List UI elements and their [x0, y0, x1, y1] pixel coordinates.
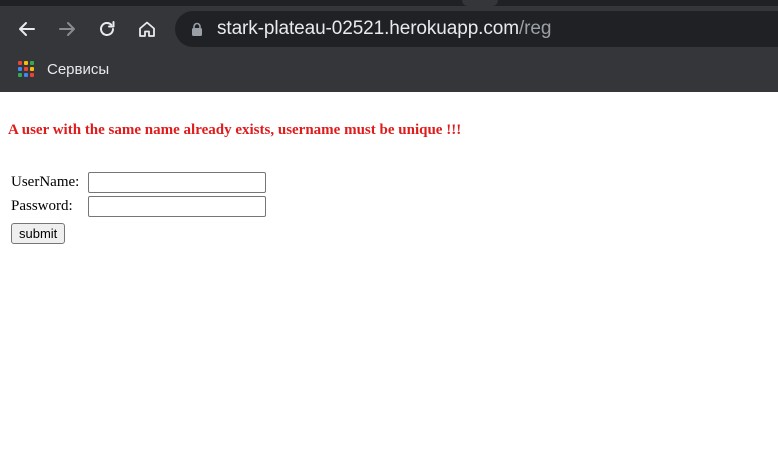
- submit-button[interactable]: submit: [11, 223, 66, 244]
- address-bar[interactable]: stark-plateau-02521.herokuapp.com/reg: [175, 11, 778, 47]
- back-button[interactable]: [12, 14, 42, 44]
- browser-toolbar: stark-plateau-02521.herokuapp.com/reg: [0, 10, 778, 50]
- url-path: /reg: [518, 18, 552, 39]
- error-message: A user with the same name already exists…: [8, 122, 462, 138]
- browser-chrome: stark-plateau-02521.herokuapp.com/reg Се…: [0, 0, 778, 92]
- bookmark-label: Сервисы: [47, 60, 110, 78]
- reload-button[interactable]: [92, 14, 122, 44]
- url-host: stark-plateau-02521.herokuapp.com: [217, 18, 519, 39]
- arrow-right-icon: [59, 22, 75, 36]
- home-button[interactable]: [132, 14, 162, 44]
- url-text[interactable]: stark-plateau-02521.herokuapp.com/reg: [217, 18, 551, 40]
- active-tab-edge: [462, 0, 498, 6]
- reload-icon: [100, 21, 115, 36]
- password-label: Password:: [11, 198, 73, 214]
- apps-grid-icon: [18, 61, 34, 77]
- username-label: UserName:: [11, 174, 80, 190]
- username-input[interactable]: [88, 172, 266, 193]
- bookmarks-bar: Сервисы: [0, 54, 778, 84]
- arrow-left-icon: [19, 22, 35, 36]
- forward-button[interactable]: [52, 14, 82, 44]
- home-icon: [139, 21, 155, 37]
- bookmark-services[interactable]: Сервисы: [18, 58, 109, 80]
- page-content: A user with the same name already exists…: [0, 92, 778, 449]
- tab-strip: [0, 0, 778, 6]
- password-input[interactable]: [88, 196, 266, 217]
- lock-icon[interactable]: [191, 21, 205, 37]
